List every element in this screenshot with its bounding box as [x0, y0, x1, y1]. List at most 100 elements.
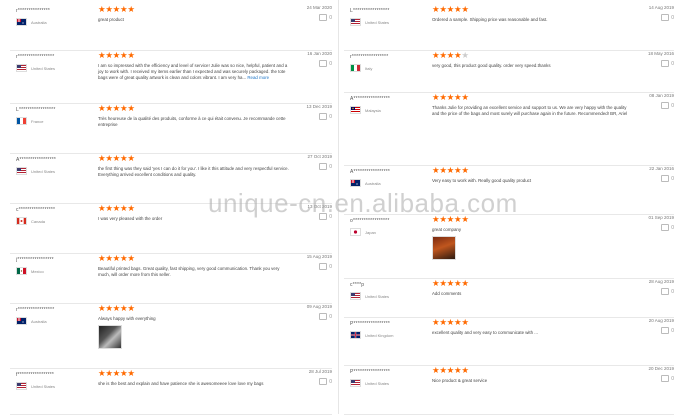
thumbs-up-icon[interactable]	[661, 375, 670, 382]
star-icon: ★	[461, 4, 469, 14]
helpful-votes[interactable]: 0	[286, 378, 332, 385]
review-text: great product	[98, 17, 292, 23]
reviewer-country: United States	[16, 167, 98, 175]
like-count: 0	[671, 288, 674, 295]
thumbs-up-icon[interactable]	[319, 14, 328, 21]
review-meta: 01 Sep 2019 0	[628, 215, 674, 231]
helpful-votes[interactable]: 0	[286, 313, 332, 320]
review-meta: 09 Aug 2019 0	[286, 304, 332, 320]
like-count: 0	[671, 60, 674, 67]
star-icon: ★	[446, 165, 455, 175]
helpful-votes[interactable]: 0	[628, 375, 674, 382]
reviewer-country: United Kingdom	[350, 331, 432, 339]
review-text: Very easy to work with. Really good qual…	[432, 178, 634, 184]
reviewer-info: c***************** Canada	[16, 207, 98, 225]
thumbs-up-icon[interactable]	[661, 175, 670, 182]
reviewer-name: L*****************	[16, 107, 56, 113]
thumbs-up-icon[interactable]	[661, 14, 670, 21]
thumbs-up-icon[interactable]	[661, 224, 670, 231]
star-icon: ★	[112, 153, 121, 163]
review-text-body: very good, this product good quality. or…	[432, 63, 551, 68]
helpful-votes[interactable]: 0	[628, 175, 674, 182]
thumbs-up-icon[interactable]	[319, 378, 328, 385]
star-icon: ★	[127, 303, 135, 313]
thumbs-up-icon[interactable]	[319, 263, 328, 270]
review-text: the first thing was they said 'yes I can…	[98, 166, 292, 178]
star-icon: ★	[112, 103, 121, 113]
review-text: Always happy with everything	[98, 316, 292, 322]
helpful-votes[interactable]: 0	[628, 288, 674, 295]
thumbs-up-icon[interactable]	[319, 163, 328, 170]
flag-it-icon	[350, 64, 361, 72]
helpful-votes[interactable]: 0	[628, 60, 674, 67]
star-icon: ★	[127, 253, 135, 263]
star-icon: ★	[105, 4, 113, 14]
helpful-votes[interactable]: 0	[286, 163, 332, 170]
review-date: 27 Oct 2019	[307, 154, 332, 159]
review-text-body: great product	[98, 17, 124, 22]
review-text-body: excellent quality and very easy to commu…	[432, 330, 538, 335]
country-name: Malaysia	[365, 107, 381, 113]
flag-us-icon	[16, 382, 27, 390]
review-text: Ordered a sample. Shipping price was rea…	[432, 17, 634, 23]
thumbs-up-icon[interactable]	[319, 113, 328, 120]
review-meta: 24 Mar 2020 0	[286, 5, 332, 21]
review-text: I am so impressed with the efficiency an…	[98, 63, 292, 82]
star-icon: ★	[112, 203, 121, 213]
review-meta: 20 Aug 2019 0	[628, 318, 674, 334]
star-icon: ★	[439, 317, 447, 327]
reviewer-info: A***************** United States	[16, 157, 98, 175]
helpful-votes[interactable]: 0	[286, 14, 332, 21]
helpful-votes[interactable]: 0	[628, 224, 674, 231]
review-photo-thumbnail[interactable]	[98, 325, 122, 350]
star-icon: ★	[112, 368, 121, 378]
reviewer-name: f*****************	[16, 372, 55, 378]
country-name: United States	[365, 380, 390, 386]
review-card: r***************** United States ★★★★★ I am…	[10, 50, 332, 104]
review-card: L***************** United States ★★★★★ Orde…	[344, 4, 674, 51]
helpful-votes[interactable]: 0	[286, 60, 332, 67]
review-content: ★★★★★ Beautiful printed bags. Great quali…	[98, 253, 292, 278]
star-icon: ★	[446, 92, 455, 102]
review-text: excellent quality and very easy to commu…	[432, 330, 634, 336]
star-icon: ★	[439, 278, 447, 288]
star-icon: ★	[105, 203, 113, 213]
star-rating: ★★★★★	[432, 166, 634, 175]
reviewer-name: c****p	[350, 282, 365, 288]
review-text-body: Beautiful printed bags. Great quality, f…	[98, 266, 280, 278]
like-count: 0	[329, 263, 332, 270]
review-date: 14 Aug 2019	[648, 5, 674, 10]
helpful-votes[interactable]: 0	[628, 14, 674, 21]
review-content: ★★★★★ Ordered a sample. Shipping price wa…	[432, 4, 634, 23]
read-more-link[interactable]: Read more	[247, 75, 269, 80]
thumbs-up-icon[interactable]	[661, 327, 670, 334]
flag-us-icon	[350, 18, 361, 26]
review-content: ★★★★★ Nice product & great service	[432, 365, 634, 384]
thumbs-up-icon[interactable]	[661, 60, 670, 67]
reviewer-info: P***************** United States	[350, 369, 432, 387]
star-rating: ★★★★★	[432, 366, 634, 375]
star-icon: ★	[439, 50, 447, 60]
helpful-votes[interactable]: 0	[286, 263, 332, 270]
review-photo-thumbnail[interactable]	[432, 236, 456, 261]
star-rating: ★★★★★	[432, 93, 634, 102]
thumbs-up-icon[interactable]	[661, 102, 670, 109]
like-count: 0	[329, 378, 332, 385]
thumbs-up-icon[interactable]	[661, 288, 670, 295]
reviewer-info: A***************** Australia	[350, 169, 432, 187]
review-date: 28 Aug 2019	[648, 279, 674, 284]
star-rating: ★★★★★	[98, 154, 292, 163]
star-icon: ★	[112, 303, 121, 313]
helpful-votes[interactable]: 0	[286, 113, 332, 120]
helpful-votes[interactable]: 0	[628, 102, 674, 109]
flag-us-icon	[350, 379, 361, 387]
review-date: 18 May 2016	[647, 51, 674, 56]
star-icon: ★	[112, 4, 121, 14]
review-content: ★★★★★ excellent quality and very easy to …	[432, 317, 634, 336]
flag-au-icon	[16, 18, 27, 26]
helpful-votes[interactable]: 0	[628, 327, 674, 334]
thumbs-up-icon[interactable]	[319, 313, 328, 320]
like-count: 0	[329, 313, 332, 320]
review-date: 08 Jan 2019	[649, 93, 674, 98]
thumbs-up-icon[interactable]	[319, 60, 328, 67]
